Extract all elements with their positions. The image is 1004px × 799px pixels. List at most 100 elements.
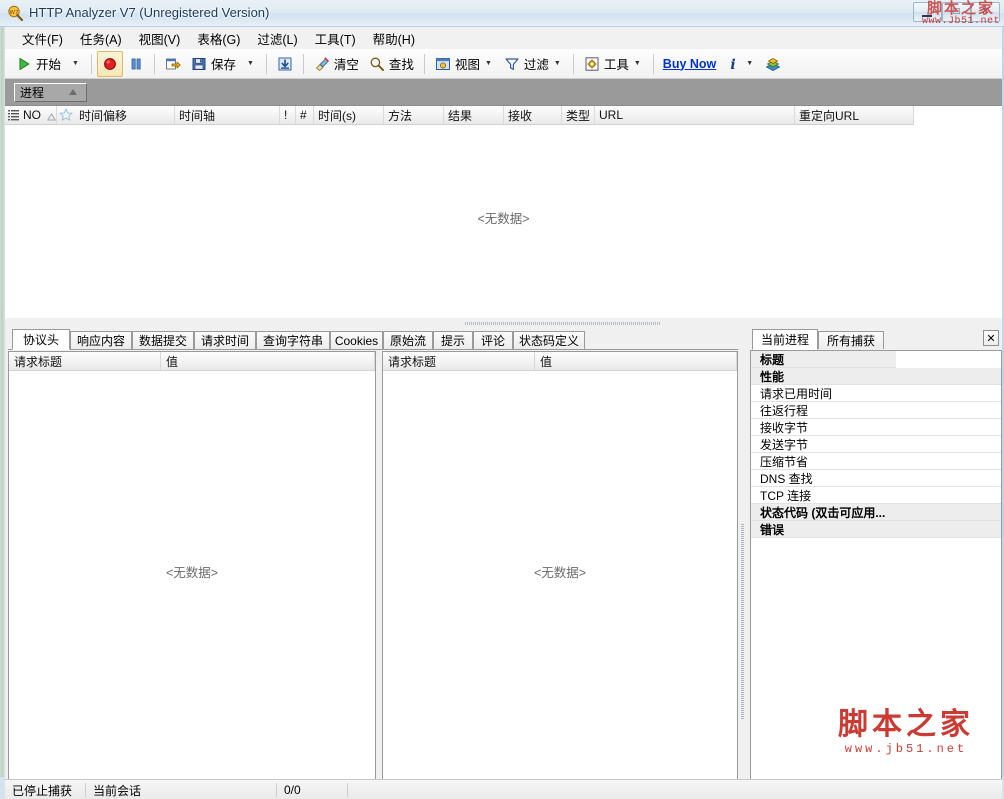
view-button[interactable]: 视图 ▼	[430, 51, 499, 77]
col-redirect-url[interactable]: 重定向URL	[795, 106, 914, 124]
group-by-band[interactable]: 进程	[5, 79, 1002, 106]
tab-all-captures[interactable]: 所有捕获	[818, 331, 884, 349]
tab-raw-stream[interactable]: 原始流	[383, 331, 433, 349]
info-button[interactable]: i ▼	[720, 51, 760, 77]
toolbar-separator-5	[423, 53, 425, 74]
find-label: 查找	[388, 58, 414, 72]
start-label: 开始	[36, 58, 62, 72]
col-duration[interactable]: 时间(s)	[314, 106, 384, 124]
stat-row[interactable]: 压缩节省	[751, 453, 1001, 470]
buy-now-link[interactable]: Buy Now	[659, 57, 720, 71]
stat-row[interactable]: DNS 查找	[751, 470, 1001, 487]
menu-help[interactable]: 帮助(H)	[365, 27, 424, 50]
tab-response-content[interactable]: 响应内容	[70, 331, 132, 349]
tab-cookies[interactable]: Cookies	[330, 331, 383, 349]
ascending-triangle-icon	[69, 89, 77, 95]
col-method[interactable]: 方法	[384, 106, 444, 124]
tab-query-string[interactable]: 查询字符串	[256, 331, 330, 349]
pause-button[interactable]	[123, 51, 149, 77]
export-icon	[165, 56, 181, 72]
start-dropdown[interactable]: ▼	[66, 51, 86, 77]
close-pane-button[interactable]: ✕	[983, 330, 999, 346]
sessions-grid-body[interactable]: <无数据>	[5, 125, 1002, 318]
col-result[interactable]: 结果	[444, 106, 504, 124]
save-button[interactable]: 保存	[186, 51, 241, 77]
maximize-glyph: □	[953, 6, 960, 17]
stat-row[interactable]: 状态代码 (双击可应用...	[751, 504, 1001, 521]
col-alert[interactable]: !	[280, 106, 296, 124]
menu-tools[interactable]: 工具(T)	[307, 27, 365, 50]
response-headers-list-col-0[interactable]: 请求标题	[383, 352, 535, 370]
group-chip-process[interactable]: 进程	[14, 83, 87, 102]
menu-file[interactable]: 文件(F)	[14, 27, 72, 50]
tab-request-timing[interactable]: 请求时间	[194, 331, 256, 349]
statistics-list[interactable]: 标题 性能请求已用时间 往返行程接收字节 发送字节 压缩节省 DNS 查找 TCP 连接状态…	[750, 351, 1002, 796]
status-session: 当前会话	[93, 783, 142, 798]
menu-task[interactable]: 任务(A)	[72, 27, 131, 50]
tab-status-code-def[interactable]: 状态码定义	[513, 331, 585, 349]
start-button[interactable]: 开始	[11, 51, 66, 77]
request-headers-list-col-1[interactable]: 值	[161, 352, 375, 370]
http-analyzer-window: W7 HTTP Analyzer V7 (Unregistered Versio…	[0, 0, 1004, 799]
sessions-grid-header: NO 时间偏移 时间轴! # 时间(s) 方法 结果 接收 类型 URL 重定向URL	[5, 106, 914, 125]
view-label: 视图	[454, 58, 480, 72]
stat-row[interactable]: 发送字节	[751, 436, 1001, 453]
request-headers-list-col-0[interactable]: 请求标题	[9, 352, 161, 370]
col-alert-label: !	[284, 108, 288, 122]
stat-row[interactable]: 接收字节	[751, 419, 1001, 436]
col-type[interactable]: 类型	[562, 106, 595, 124]
help-book-button[interactable]	[760, 51, 786, 77]
menu-bar: 文件(F) 任务(A) 视图(V) 表格(G) 过滤(L) 工具(T) 帮助(H…	[5, 27, 1002, 49]
request-headers-list-col-0-label: 请求标题	[14, 354, 63, 369]
blue-pause-icon	[128, 56, 144, 72]
stat-row[interactable]: 标题	[751, 351, 1001, 368]
tab-status-code-def-label: 状态码定义	[518, 334, 579, 348]
export-button[interactable]	[160, 51, 186, 77]
col-hash[interactable]: #	[296, 106, 314, 124]
request-headers-list[interactable]: 请求标题 值 <无数据>	[8, 351, 376, 794]
toolbar-separator-1	[90, 53, 92, 74]
tab-hints[interactable]: 提示	[433, 331, 473, 349]
col-received[interactable]: 接收	[504, 106, 562, 124]
close-pane-glyph: ✕	[986, 332, 996, 345]
col-no[interactable]: NO	[5, 106, 57, 124]
tab-current-process[interactable]: 当前进程	[752, 329, 818, 350]
statistics-pane: 所有捕获 当前进程 ✕ 标题 性能请求已用时间 往返行程接收字节 发送字节 压缩节省 DNS…	[750, 329, 1002, 796]
col-flag[interactable]	[57, 106, 75, 124]
filter-button[interactable]: 过滤 ▼	[499, 51, 568, 77]
stat-row[interactable]: TCP 连接	[751, 487, 1001, 504]
vertical-splitter[interactable]	[738, 329, 748, 796]
find-button[interactable]: 查找	[364, 51, 419, 77]
import-icon	[277, 56, 293, 72]
record-button[interactable]	[96, 50, 123, 77]
response-headers-list[interactable]: 请求标题 值 <无数据>	[382, 351, 738, 794]
response-headers-list-col-1[interactable]: 值	[535, 352, 737, 370]
col-time-offset[interactable]: 时间偏移	[75, 106, 175, 124]
import-button[interactable]	[272, 51, 298, 77]
col-timeline[interactable]: 时间轴	[175, 106, 280, 124]
tab-response-content-label: 响应内容	[76, 334, 125, 348]
stat-row[interactable]: 性能	[751, 368, 1001, 385]
stat-row-label: 状态代码 (双击可应用...	[760, 506, 886, 520]
stat-row-label: 接收字节	[760, 421, 809, 435]
close-button[interactable]: ✕	[971, 2, 1000, 22]
app-icon: W7	[7, 5, 24, 22]
menu-view[interactable]: 视图(V)	[131, 27, 190, 50]
minimize-button[interactable]	[913, 2, 942, 22]
tab-headers[interactable]: 协议头	[12, 329, 70, 350]
stat-row[interactable]: 请求已用时间	[751, 385, 1001, 402]
tools-button[interactable]: 工具 ▼	[579, 51, 648, 77]
horizontal-splitter[interactable]	[5, 318, 1002, 329]
tab-comments[interactable]: 评论	[473, 331, 513, 349]
save-dropdown[interactable]: ▼	[241, 51, 261, 77]
menu-grid[interactable]: 表格(G)	[189, 27, 249, 50]
stat-row-label: 请求已用时间	[760, 387, 833, 401]
tab-post-data[interactable]: 数据提交	[132, 331, 194, 349]
col-url[interactable]: URL	[595, 106, 795, 124]
maximize-button[interactable]: □	[942, 2, 971, 22]
svg-text:i: i	[731, 57, 736, 72]
clear-button[interactable]: 清空	[309, 51, 364, 77]
stat-row[interactable]: 往返行程	[751, 402, 1001, 419]
menu-filter[interactable]: 过滤(L)	[249, 27, 306, 50]
stat-row[interactable]: 错误	[751, 521, 1001, 538]
